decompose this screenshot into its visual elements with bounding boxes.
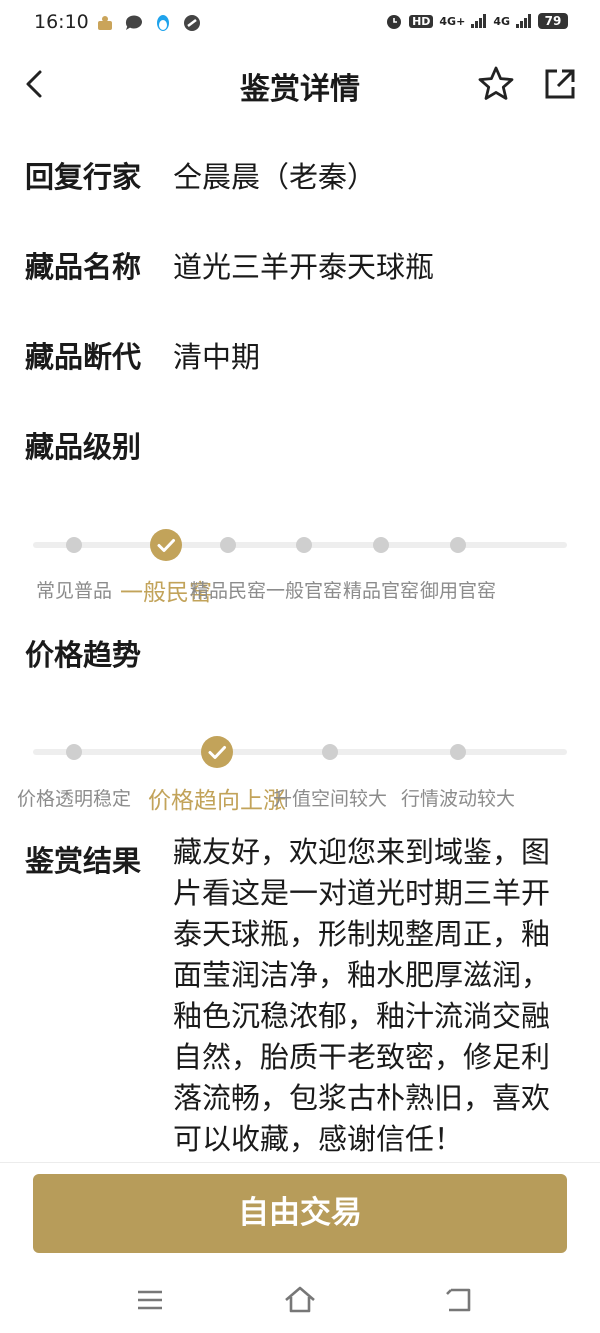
- home-icon[interactable]: [282, 1282, 318, 1318]
- bottom-divider: [0, 1162, 600, 1163]
- status-indicators: HD 4G+ 4G 79: [385, 12, 568, 30]
- level-option-label[interactable]: 御用官窑: [420, 576, 496, 603]
- system-nav-bar: [0, 1268, 600, 1333]
- status-bar: 16:10 HD 4G+ 4G 79: [0, 0, 600, 46]
- trend-selected-dot[interactable]: [201, 736, 233, 768]
- trend-option-dot[interactable]: [322, 744, 338, 760]
- level-selected-dot[interactable]: [150, 529, 182, 561]
- signal-bars-icon: [516, 14, 531, 28]
- alarm-icon: [387, 15, 402, 29]
- status-app-icons: [95, 13, 202, 33]
- level-option-dot[interactable]: [220, 537, 236, 553]
- result-label: 鉴赏结果: [25, 844, 142, 878]
- back-nav-icon[interactable]: [441, 1282, 477, 1318]
- period-label: 藏品断代: [25, 340, 142, 374]
- trend-option-label[interactable]: 行情波动较大: [401, 784, 515, 811]
- chat-bubble-icon: [125, 15, 142, 30]
- trend-option-label[interactable]: 升值空间较大: [273, 784, 387, 811]
- expert-value: 仝晨晨（老秦）: [173, 160, 377, 194]
- top-bar: 鉴赏详情: [0, 50, 600, 120]
- level-label: 藏品级别: [25, 430, 142, 464]
- level-option-dot[interactable]: [296, 537, 312, 553]
- trend-option-dot[interactable]: [66, 744, 82, 760]
- price-trend-label: 价格趋势: [25, 638, 142, 672]
- level-option-label[interactable]: 精品民窑: [190, 576, 266, 603]
- free-trade-button[interactable]: 自由交易: [33, 1174, 567, 1253]
- trend-option-label[interactable]: 价格透明稳定: [17, 784, 131, 811]
- level-option-dot[interactable]: [66, 537, 82, 553]
- favorite-star-icon[interactable]: [476, 64, 516, 104]
- link-app-icon: [184, 15, 200, 31]
- trend-track: [33, 749, 567, 755]
- trend-option-dot[interactable]: [450, 744, 466, 760]
- level-option-label[interactable]: 常见普品: [36, 576, 112, 603]
- trend-option-label[interactable]: 价格趋向上涨: [148, 781, 286, 815]
- signal-bars-icon: [471, 14, 487, 28]
- expert-label: 回复行家: [25, 160, 142, 194]
- level-option-label[interactable]: 一般官窑: [266, 576, 342, 603]
- period-value: 清中期: [173, 340, 261, 374]
- hd-badge: HD: [409, 14, 434, 28]
- signal-label-2: 4G: [493, 14, 510, 28]
- level-option-dot[interactable]: [373, 537, 389, 553]
- status-time: 16:10: [34, 11, 89, 33]
- item-name-value: 道光三羊开泰天球瓶: [173, 250, 435, 284]
- result-text: 藏友好，欢迎您来到域鉴，图片看这是一对道光时期三羊开泰天球瓶，形制规整周正，釉面…: [173, 835, 551, 1156]
- qq-penguin-icon: [157, 15, 169, 31]
- item-name-label: 藏品名称: [25, 250, 142, 284]
- signal-label-1: 4G+: [439, 14, 466, 28]
- menu-icon[interactable]: [132, 1282, 168, 1318]
- app-notification-icon: [98, 16, 112, 30]
- battery-level: 79: [538, 13, 568, 29]
- share-icon[interactable]: [540, 64, 580, 104]
- level-option-label[interactable]: 精品官窑: [343, 576, 419, 603]
- level-option-dot[interactable]: [450, 537, 466, 553]
- check-icon: [157, 539, 175, 552]
- check-icon: [208, 746, 226, 759]
